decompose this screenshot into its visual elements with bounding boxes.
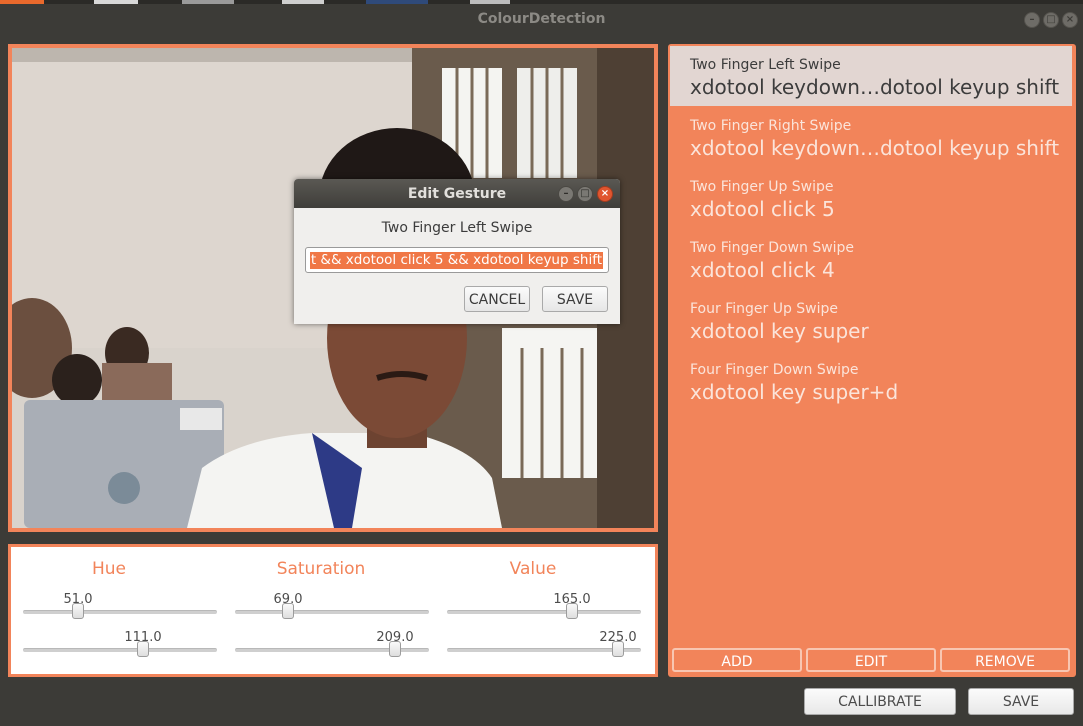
dialog-maximize-button[interactable]: □ bbox=[577, 186, 593, 202]
remove-button[interactable]: REMOVE bbox=[940, 648, 1070, 672]
value-low-handle[interactable] bbox=[566, 603, 578, 619]
value-title: Value bbox=[509, 559, 557, 579]
gesture-list-item[interactable]: Two Finger Up Swipe xdotool click 5 bbox=[670, 168, 1072, 228]
minimize-icon: – bbox=[1029, 14, 1035, 25]
saturation-low-slider[interactable] bbox=[235, 610, 429, 614]
minimize-icon: – bbox=[563, 188, 569, 199]
command-input[interactable]: t && xdotool click 5 && xdotool keyup sh… bbox=[305, 247, 609, 273]
gesture-name: Two Finger Up Swipe bbox=[690, 179, 834, 195]
gesture-command: xdotool key super bbox=[690, 319, 869, 343]
hue-title: Hue bbox=[91, 559, 127, 579]
value-column: Value 165.0 225.0 bbox=[435, 547, 641, 674]
saturation-low-handle[interactable] bbox=[282, 603, 294, 619]
gesture-list-item[interactable]: Two Finger Left Swipe xdotool keydown…do… bbox=[670, 46, 1072, 106]
dialog-close-button[interactable]: × bbox=[597, 186, 613, 202]
gesture-list-item[interactable]: Four Finger Down Swipe xdotool key super… bbox=[670, 351, 1072, 411]
maximize-button[interactable]: □ bbox=[1043, 12, 1059, 28]
gesture-command: xdotool keydown…dotool keyup shift bbox=[690, 75, 1060, 99]
value-high-handle[interactable] bbox=[612, 641, 624, 657]
gesture-list-item[interactable]: Four Finger Up Swipe xdotool key super bbox=[670, 290, 1072, 350]
maximize-icon: □ bbox=[580, 188, 590, 199]
saturation-column: Saturation 69.0 209.0 bbox=[223, 547, 429, 674]
gesture-name: Two Finger Left Swipe bbox=[690, 57, 841, 73]
command-input-selected-text: t && xdotool click 5 && xdotool keyup sh… bbox=[309, 252, 603, 269]
edit-button[interactable]: EDIT bbox=[806, 648, 936, 672]
gesture-command: xdotool keydown…dotool keyup shift bbox=[690, 136, 1060, 160]
gesture-list-item[interactable]: Two Finger Right Swipe xdotool keydown…d… bbox=[670, 107, 1072, 167]
dialog-save-button[interactable]: SAVE bbox=[542, 286, 608, 312]
hue-column: Hue 51.0 111.0 bbox=[11, 547, 217, 674]
window-titlebar: ColourDetection – □ × bbox=[0, 4, 1083, 34]
gesture-name: Four Finger Up Swipe bbox=[690, 301, 839, 317]
value-low-slider[interactable] bbox=[447, 610, 641, 614]
saturation-high-handle[interactable] bbox=[389, 641, 401, 657]
gesture-name: Two Finger Down Swipe bbox=[690, 240, 855, 256]
gesture-list-item[interactable]: Two Finger Down Swipe xdotool click 4 bbox=[670, 229, 1072, 289]
gesture-command: xdotool key super+d bbox=[690, 380, 899, 404]
cancel-button[interactable]: CANCEL bbox=[464, 286, 530, 312]
dialog-titlebar: Edit Gesture – □ × bbox=[294, 179, 620, 208]
hue-low-handle[interactable] bbox=[72, 603, 84, 619]
hsv-slider-area: Hue 51.0 111.0 Saturation 69.0 209.0 Val… bbox=[11, 547, 655, 674]
close-button[interactable]: × bbox=[1062, 12, 1078, 28]
minimize-button[interactable]: – bbox=[1024, 12, 1040, 28]
dialog-gesture-name: Two Finger Left Swipe bbox=[381, 220, 533, 236]
edit-gesture-dialog: Edit Gesture – □ × Two Finger Left Swipe… bbox=[294, 179, 620, 324]
calibrate-button[interactable]: CALLIBRATE bbox=[804, 688, 956, 715]
gesture-command: xdotool click 4 bbox=[690, 258, 835, 282]
gesture-list-panel: Two Finger Left Swipe xdotool keydown…do… bbox=[668, 44, 1076, 677]
gesture-name: Four Finger Down Swipe bbox=[690, 362, 859, 378]
dialog-minimize-button[interactable]: – bbox=[558, 186, 574, 202]
gesture-name: Two Finger Right Swipe bbox=[690, 118, 852, 134]
hue-high-handle[interactable] bbox=[137, 641, 149, 657]
save-button[interactable]: SAVE bbox=[968, 688, 1074, 715]
close-icon: × bbox=[1065, 14, 1075, 25]
maximize-icon: □ bbox=[1046, 14, 1056, 25]
gesture-command: xdotool click 5 bbox=[690, 197, 835, 221]
add-button[interactable]: ADD bbox=[672, 648, 802, 672]
window-title: ColourDetection bbox=[477, 11, 606, 27]
hsv-slider-panel: Hue 51.0 111.0 Saturation 69.0 209.0 Val… bbox=[8, 544, 658, 677]
hue-low-slider[interactable] bbox=[23, 610, 217, 614]
hue-high-slider[interactable] bbox=[23, 648, 217, 652]
saturation-title: Saturation bbox=[276, 559, 366, 579]
close-icon: × bbox=[600, 188, 610, 199]
